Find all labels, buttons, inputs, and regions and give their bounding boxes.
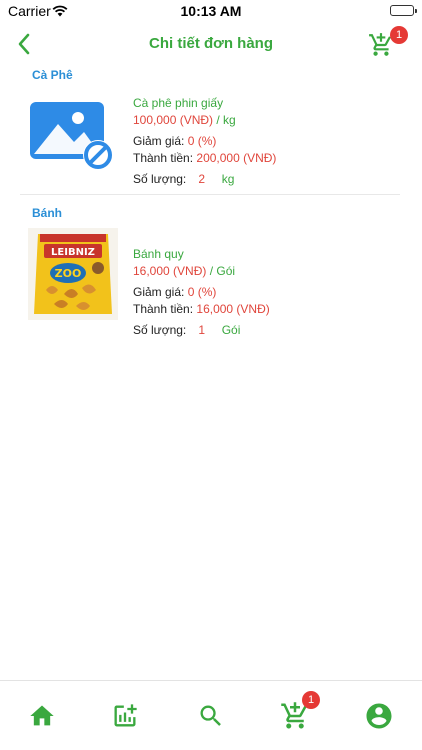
product-price: 100,000 (VNĐ) <box>133 113 214 127</box>
tab-cart[interactable]: 1 <box>278 691 320 733</box>
account-icon <box>366 703 392 729</box>
discount-label: Giảm giá: <box>133 134 185 148</box>
quantity-value: 2 <box>198 172 206 186</box>
tab-search[interactable] <box>194 699 228 733</box>
total-label: Thành tiền: <box>133 151 194 165</box>
cart-badge: 1 <box>390 26 408 44</box>
tab-add-chart[interactable] <box>108 699 142 733</box>
product-info-ca-phe: Cà phê phin giấy 100,000 (VNĐ) / kg Giảm… <box>133 95 276 188</box>
discount-label: Giảm giá: <box>133 285 185 299</box>
product-unit: / kg <box>216 113 236 127</box>
navigation-bar: Chi tiết đơn hàng 1 <box>0 22 422 66</box>
quantity-label: Số lượng: <box>133 323 187 337</box>
total-value: 16,000 (VNĐ) <box>196 302 270 316</box>
product-name: Bánh quy <box>133 247 184 261</box>
total-value: 200,000 (VNĐ) <box>196 151 277 165</box>
category-title-banh: Bánh <box>32 206 62 220</box>
product-price: 16,000 (VNĐ) <box>133 264 207 278</box>
quantity-label: Số lượng: <box>133 172 187 186</box>
add-chart-icon <box>114 704 137 727</box>
status-time: 10:13 AM <box>180 3 242 19</box>
product-name: Cà phê phin giấy <box>133 96 224 110</box>
package-brand-text: LEIBNIZ <box>51 247 95 258</box>
product-image-banh-quy[interactable]: LEIBNIZ ZOO <box>28 228 118 320</box>
category-title-ca-phe: Cà Phê <box>32 68 73 82</box>
cart-button[interactable]: 1 <box>368 26 408 60</box>
discount-value: 0 (%) <box>187 134 217 148</box>
section-divider <box>20 194 400 195</box>
tab-home[interactable] <box>25 699 59 733</box>
biscuit-package-image: LEIBNIZ ZOO <box>28 228 118 320</box>
status-bar: Carrier 10:13 AM <box>0 0 422 22</box>
home-icon <box>30 705 54 726</box>
tab-cart-badge: 1 <box>302 691 320 709</box>
bottom-tab-bar: 1 <box>0 680 422 750</box>
discount-value: 0 (%) <box>187 285 217 299</box>
page-title: Chi tiết đơn hàng <box>149 35 273 52</box>
tab-account[interactable] <box>362 699 396 733</box>
product-unit: / Gói <box>209 264 236 278</box>
package-name-text: ZOO <box>55 267 82 280</box>
quantity-unit: Gói <box>221 323 241 337</box>
total-label: Thành tiền: <box>133 302 194 316</box>
image-unavailable-icon <box>30 102 113 170</box>
product-info-banh-quy: Bánh quy 16,000 (VNĐ) / Gói Giảm giá: 0 … <box>133 246 270 339</box>
search-icon <box>200 705 221 726</box>
product-image-placeholder[interactable] <box>28 98 118 188</box>
quantity-unit: kg <box>221 172 235 186</box>
battery-icon <box>390 5 417 16</box>
quantity-value: 1 <box>198 323 206 337</box>
